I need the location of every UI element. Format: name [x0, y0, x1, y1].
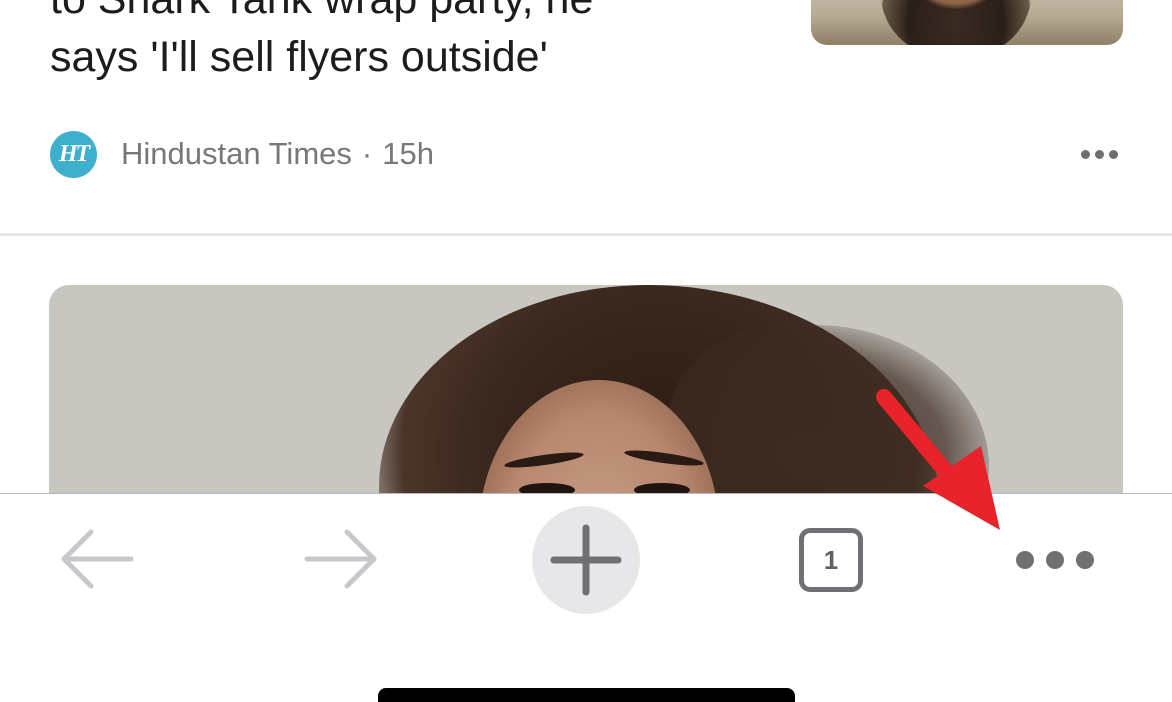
headline-line-2: says 'I'll sell flyers outside' [50, 33, 548, 81]
article-more-options-icon[interactable] [1079, 144, 1120, 165]
bottom-toolbar: 1 [0, 493, 1172, 702]
tab-count-badge: 1 [799, 528, 863, 592]
arrow-left-icon [61, 529, 134, 589]
dot [1095, 149, 1104, 159]
home-indicator[interactable] [378, 688, 795, 702]
tab-switcher-button[interactable]: 1 [795, 524, 867, 596]
menu-button[interactable] [1008, 538, 1102, 582]
hindustan-times-logo: HT [50, 130, 97, 178]
dot [1109, 149, 1118, 159]
headline-line-1: to Shark Tank wrap party, he [50, 0, 770, 28]
source-separator: · [361, 136, 373, 171]
forward-button[interactable] [300, 526, 382, 592]
plus-icon [550, 524, 622, 596]
menu-dot [1076, 551, 1094, 569]
article-source-row: HT Hindustan Times · 15h [50, 130, 1120, 178]
feed-divider [0, 233, 1172, 236]
article-thumbnail[interactable] [811, 0, 1123, 45]
article-headline[interactable]: to Shark Tank wrap party, he says 'I'll … [50, 0, 770, 86]
dot [1081, 149, 1090, 159]
back-button[interactable] [56, 526, 138, 592]
source-name: Hindustan Times [121, 136, 352, 171]
new-tab-button[interactable] [532, 506, 640, 614]
arrow-right-icon [304, 529, 377, 589]
menu-dot [1016, 551, 1034, 569]
menu-dot [1046, 551, 1064, 569]
article-age: 15h [382, 136, 434, 171]
screen: to Shark Tank wrap party, he says 'I'll … [0, 0, 1172, 702]
